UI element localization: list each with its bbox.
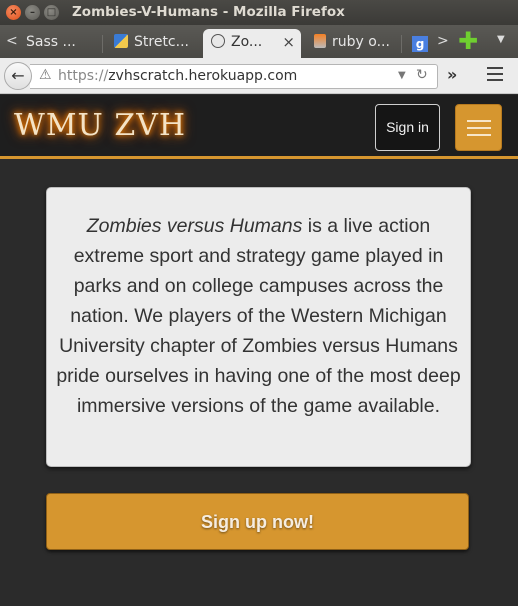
toolbar-overflow-button[interactable]: » (447, 65, 457, 84)
window-title: Zombies-V-Humans - Mozilla Firefox (72, 4, 345, 20)
tab-scroll-right-button[interactable]: > (437, 33, 449, 49)
sign-in-button[interactable]: Sign in (375, 104, 440, 151)
tab-ruby[interactable]: ruby o... (306, 29, 398, 58)
url-text[interactable]: https://zvhscratch.herokuapp.com (58, 68, 297, 84)
url-bar[interactable]: ⚠ https://zvhscratch.herokuapp.com ▼ ↻ (30, 64, 438, 89)
sign-up-button[interactable]: Sign up now! (46, 493, 469, 550)
tab-sass[interactable]: Sass ... (18, 29, 100, 58)
site-logo[interactable]: WMU ZVH (14, 108, 186, 143)
tab-separator (102, 35, 103, 53)
tab-bar: < Sass ... Stretc... Zo... × ruby o... g… (0, 25, 518, 58)
tab-stretch[interactable]: Stretc... (106, 29, 198, 58)
reload-icon[interactable]: ↻ (416, 67, 428, 83)
site-menu-toggle-button[interactable] (455, 104, 502, 151)
close-tab-icon[interactable]: × (282, 29, 295, 56)
menu-line (467, 120, 491, 122)
menu-line (467, 134, 491, 136)
menu-line (467, 127, 491, 129)
window-minimize-button[interactable]: – (25, 5, 40, 20)
tab-label: ruby o... (332, 34, 390, 50)
warning-icon[interactable]: ⚠ (39, 67, 52, 83)
url-scheme: https:// (58, 68, 109, 84)
window-titlebar: × – □ Zombies-V-Humans - Mozilla Firefox (0, 0, 518, 25)
menu-line (487, 73, 503, 75)
intro-panel: Zombies versus Humans is a live action e… (46, 187, 471, 467)
zombie-icon (211, 34, 225, 48)
menu-line (487, 67, 503, 69)
window-close-button[interactable]: × (6, 5, 21, 20)
tab-google[interactable]: g (404, 29, 432, 58)
hamburger-menu-icon[interactable] (487, 67, 503, 85)
stackoverflow-icon (314, 34, 326, 48)
intro-emphasis: Zombies versus Humans (86, 215, 303, 237)
navigation-bar: ⚠ https://zvhscratch.herokuapp.com ▼ ↻ ←… (0, 58, 518, 94)
tab-separator (401, 35, 402, 53)
menu-line (487, 79, 503, 81)
url-host: zvhscratch.herokuapp.com (108, 68, 298, 84)
url-dropdown-icon[interactable]: ▼ (398, 70, 406, 81)
tab-label: Stretc... (134, 34, 189, 50)
tab-label: Zo... (231, 34, 263, 50)
back-button[interactable]: ← (4, 62, 32, 90)
intro-body: is a live action extreme sport and strat… (56, 215, 461, 417)
tab-scroll-left-button[interactable]: < (6, 33, 18, 49)
tab-zombies-v-humans[interactable]: Zo... × (203, 29, 301, 58)
google-icon: g (412, 36, 428, 52)
tab-list-menu-button[interactable]: ▼ (497, 34, 505, 45)
tab-label: Sass ... (26, 34, 76, 50)
page-icon (114, 34, 128, 48)
new-tab-button[interactable]: ✚ (458, 27, 478, 55)
window-maximize-button[interactable]: □ (44, 5, 59, 20)
intro-text: Zombies versus Humans is a live action e… (51, 211, 466, 421)
site-header: WMU ZVH Sign in (0, 95, 518, 159)
